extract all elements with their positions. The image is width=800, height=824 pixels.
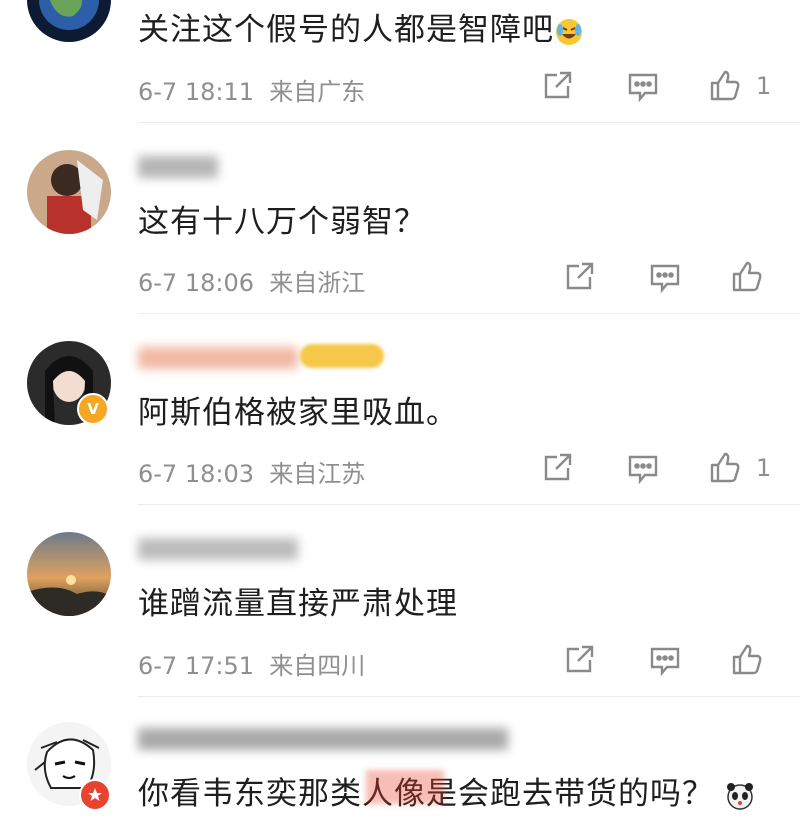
comment-text: 这有十八万个弱智？	[138, 204, 426, 240]
share-button[interactable]	[562, 257, 596, 297]
avatar[interactable]	[27, 532, 111, 616]
share-button[interactable]	[540, 448, 574, 488]
like-button[interactable]: 1	[708, 448, 771, 488]
like-button[interactable]: 1	[708, 66, 771, 106]
comment-icon	[628, 73, 658, 103]
divider	[138, 696, 800, 697]
username-blurred[interactable]	[138, 156, 218, 178]
username-blurred[interactable]	[138, 347, 298, 369]
thumbs-up-icon	[710, 452, 740, 483]
comment-icon	[650, 264, 680, 294]
divider	[138, 313, 800, 314]
comment-icon	[628, 455, 658, 485]
username-blurred[interactable]	[138, 538, 298, 560]
reply-button[interactable]	[626, 66, 660, 106]
share-icon	[544, 453, 572, 481]
avatar[interactable]	[27, 0, 111, 42]
comment-actions	[0, 640, 800, 680]
reply-button[interactable]	[648, 640, 682, 680]
comment-text: 你看韦东奕那类人像是会跑去带货的吗？	[138, 768, 755, 813]
share-button[interactable]	[562, 640, 596, 680]
reply-button[interactable]	[648, 257, 682, 297]
member-badge	[79, 779, 111, 811]
laugh-cry-emoji	[554, 17, 584, 47]
share-icon	[566, 262, 594, 290]
comment-text: 阿斯伯格被家里吸血。	[138, 395, 458, 431]
comment-actions: 1	[0, 66, 800, 106]
comment-actions: 1	[0, 448, 800, 488]
star-icon	[88, 788, 102, 801]
thumbs-up-icon	[710, 70, 740, 101]
panda-emoji	[725, 781, 755, 811]
watermark-overlay	[366, 770, 444, 804]
divider	[138, 504, 800, 505]
comment-text: 谁蹭流量直接严肃处理	[138, 586, 458, 622]
username-blurred[interactable]	[138, 728, 508, 750]
divider	[138, 122, 800, 123]
verified-badge: V	[77, 393, 109, 425]
like-button[interactable]	[730, 257, 764, 297]
comment-text: 关注这个假号的人都是智障吧	[138, 4, 584, 49]
avatar[interactable]	[27, 150, 111, 234]
like-count: 1	[756, 454, 772, 482]
share-icon	[566, 645, 594, 673]
thumbs-up-icon	[732, 261, 762, 292]
thumbs-up-icon	[732, 644, 762, 675]
reply-button[interactable]	[626, 448, 660, 488]
like-button[interactable]	[730, 640, 764, 680]
share-button[interactable]	[540, 66, 574, 106]
like-count: 1	[756, 72, 772, 100]
comment-actions	[0, 257, 800, 297]
member-level-badge	[300, 344, 384, 368]
comment-icon	[650, 647, 680, 677]
share-icon	[544, 71, 572, 99]
